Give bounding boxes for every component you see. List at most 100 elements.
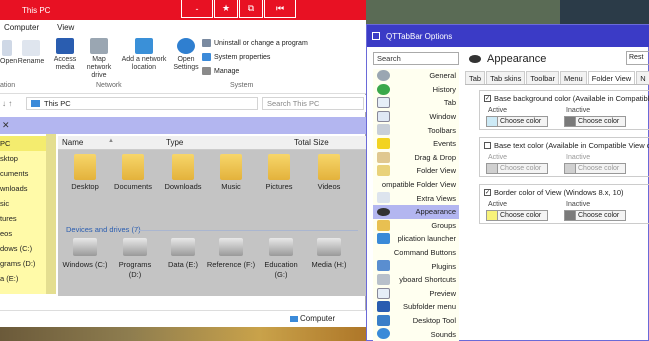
- back-icon[interactable]: ⏮: [264, 0, 296, 18]
- category-extra-views[interactable]: Extra Views: [373, 191, 459, 205]
- restore-icon[interactable]: ⧉: [239, 0, 263, 18]
- color-swatch: [565, 211, 576, 220]
- category-groups[interactable]: Groups: [373, 219, 459, 233]
- tab-computer[interactable]: Computer: [4, 23, 39, 32]
- pin-icon[interactable]: ★: [214, 0, 238, 18]
- category-tab[interactable]: Tab: [373, 96, 459, 110]
- drive-f[interactable]: Reference (F:): [206, 238, 256, 270]
- add-location-button[interactable]: Add a network location: [120, 38, 168, 72]
- tab-tab[interactable]: Tab: [465, 71, 486, 84]
- address-bar[interactable]: This PC: [26, 97, 258, 110]
- tab-more[interactable]: N: [636, 71, 649, 84]
- drive-e[interactable]: Data (E:): [158, 238, 208, 270]
- folder-desktop[interactable]: Desktop: [62, 152, 108, 191]
- folder-view-icon: [377, 165, 390, 177]
- tab-folder-view[interactable]: Folder View: [587, 71, 636, 84]
- access-media-button[interactable]: Access media: [50, 38, 80, 72]
- column-type[interactable]: Type: [166, 138, 183, 147]
- tab-menu[interactable]: Menu: [559, 71, 587, 84]
- drive-c[interactable]: Windows (C:): [60, 238, 110, 270]
- window-title: This PC: [22, 5, 51, 15]
- category-label: Preview: [429, 288, 456, 298]
- category-subfolder-menu[interactable]: Subfolder menu: [373, 300, 459, 314]
- dialog-titlebar[interactable]: QTTabBar Options: [367, 25, 649, 47]
- minimize-button[interactable]: -: [181, 0, 213, 18]
- toolbar-icon: [377, 124, 390, 136]
- category-preview[interactable]: Preview: [373, 287, 459, 301]
- base-background-checkbox[interactable]: ✓ Base background color (Available in Com…: [484, 94, 649, 103]
- open-settings-button[interactable]: Open Settings: [172, 38, 200, 72]
- category-label: plication launcher: [397, 234, 456, 244]
- map-drive-button[interactable]: Map network drive: [80, 38, 118, 80]
- base-text-checkbox[interactable]: Base text color (Available in Compatible…: [484, 141, 649, 150]
- category-window[interactable]: Window: [373, 110, 459, 124]
- qttabbar-tab-bar[interactable]: ✕: [0, 117, 366, 134]
- explorer-titlebar[interactable]: This PC - ★ ⧉ ⏮: [0, 0, 366, 20]
- tab-view[interactable]: View: [57, 23, 74, 32]
- uninstall-button[interactable]: Uninstall or change a program: [202, 39, 308, 47]
- open-button[interactable]: Open: [0, 40, 18, 66]
- category-keyboard-shortcuts[interactable]: yboard Shortcuts: [373, 273, 459, 287]
- column-name[interactable]: Name: [62, 138, 83, 147]
- category-label: Toolbars: [427, 125, 456, 135]
- category-application-launcher[interactable]: plication launcher: [373, 232, 459, 246]
- drive-d[interactable]: Programs (D:): [110, 238, 160, 280]
- category-desktop-tool[interactable]: Desktop Tool: [373, 314, 459, 328]
- choose-color-active-button[interactable]: Choose color: [486, 116, 548, 127]
- category-appearance[interactable]: Appearance: [373, 204, 459, 219]
- category-plugins[interactable]: Plugins: [373, 259, 459, 273]
- category-toolbars[interactable]: Toolbars: [373, 123, 459, 137]
- choose-color-inactive-button[interactable]: Choose color: [564, 116, 626, 127]
- nav-arrows[interactable]: ↓ ↑: [2, 99, 12, 108]
- nav-scrollbar[interactable]: [46, 134, 56, 294]
- category-general[interactable]: General: [373, 69, 459, 83]
- drive-g[interactable]: Education (G:): [256, 238, 306, 280]
- tab-icon: [377, 97, 390, 109]
- category-command-buttons[interactable]: Command Buttons: [373, 246, 459, 260]
- choose-color-label: Choose color: [500, 212, 542, 219]
- folder-label: Desktop: [71, 182, 99, 191]
- tab-toolbar[interactable]: Toolbar: [526, 71, 559, 84]
- search-input[interactable]: Search This PC: [262, 97, 364, 110]
- category-drag-drop[interactable]: Drag & Drop: [373, 151, 459, 165]
- choose-color-active-button[interactable]: Choose color: [486, 163, 548, 174]
- restore-defaults-button[interactable]: Rest: [626, 51, 649, 65]
- folder-label: Music: [221, 182, 241, 191]
- groups-icon: [377, 219, 390, 231]
- choose-color-inactive-button[interactable]: Choose color: [564, 163, 626, 174]
- folder-downloads[interactable]: Downloads: [160, 152, 206, 191]
- category-folder-view[interactable]: Folder View: [373, 164, 459, 178]
- category-events[interactable]: Events: [373, 137, 459, 151]
- ribbon: Open Rename Access media Map network dri…: [0, 34, 366, 94]
- manage-button[interactable]: Manage: [202, 67, 239, 75]
- rename-button[interactable]: Rename: [16, 40, 46, 66]
- choose-color-inactive-button[interactable]: Choose color: [564, 210, 626, 221]
- open-label: Open: [0, 58, 18, 65]
- folder-label: Documents: [114, 182, 152, 191]
- choose-color-active-button[interactable]: Choose color: [486, 210, 548, 221]
- category-history[interactable]: History: [373, 83, 459, 97]
- extra-views-icon: [377, 192, 390, 204]
- drive-h[interactable]: Media (H:): [304, 238, 354, 270]
- tab-tab-skins[interactable]: Tab skins: [486, 71, 526, 84]
- inactive-label: Inactive: [566, 201, 591, 208]
- category-sounds[interactable]: Sounds: [373, 327, 459, 341]
- category-label: General: [429, 71, 456, 81]
- category-list: General History Tab Window Toolbars Even…: [373, 69, 459, 341]
- options-search-input[interactable]: Search: [373, 52, 459, 65]
- system-properties-button[interactable]: System properties: [202, 53, 270, 61]
- folder-documents[interactable]: Documents: [110, 152, 156, 191]
- folder-videos[interactable]: Videos: [306, 152, 352, 191]
- border-color-checkbox[interactable]: ✓ Border color of View (Windows 8.x, 10): [484, 188, 624, 197]
- group-network: Network: [96, 82, 122, 89]
- column-total-size[interactable]: Total Size: [294, 138, 329, 147]
- folder-music[interactable]: Music: [208, 152, 254, 191]
- folder-pictures[interactable]: Pictures: [256, 152, 302, 191]
- drive-icon: [171, 238, 195, 256]
- group-system: System: [230, 82, 254, 89]
- devices-header[interactable]: Devices and drives (7): [66, 225, 141, 234]
- rename-label: Rename: [17, 58, 45, 65]
- category-compatible-folder-view[interactable]: ompatible Folder View: [373, 178, 459, 192]
- close-icon[interactable]: ✕: [2, 120, 10, 131]
- sound-icon: [377, 328, 390, 340]
